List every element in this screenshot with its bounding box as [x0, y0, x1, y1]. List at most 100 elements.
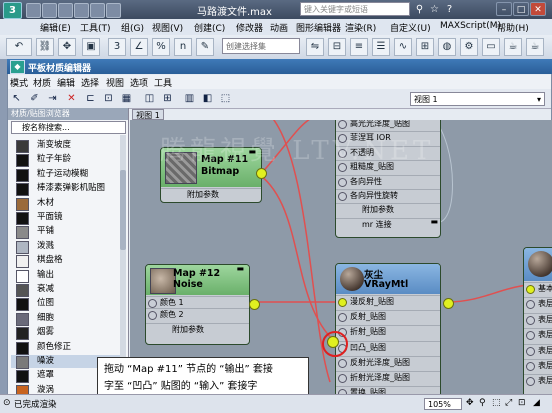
quick-access-save-icon[interactable] — [58, 3, 73, 18]
rendered-frame-window-icon[interactable]: ▭ — [482, 38, 500, 56]
vray-node-row[interactable]: 反射光泽度_贴图 — [336, 355, 440, 368]
input-socket[interactable] — [148, 311, 157, 320]
menu-graph-editors[interactable]: 图形编辑器 — [296, 21, 341, 34]
browser-item[interactable]: 位图 — [11, 297, 121, 312]
layer-manager-icon[interactable]: ≡ — [350, 38, 368, 56]
vray-node-row[interactable]: 反射_贴图 — [336, 310, 440, 323]
curve-editor-icon[interactable]: ∿ — [394, 38, 412, 56]
resize-grip-icon[interactable]: ◢ — [533, 398, 540, 408]
input-socket[interactable] — [338, 313, 347, 323]
hide-unused-slots-icon[interactable]: ⊡ — [101, 91, 116, 106]
upper-node-row[interactable]: 各向异性旋转 — [336, 189, 440, 201]
help-icon[interactable]: ? — [443, 3, 456, 16]
input-socket[interactable] — [338, 192, 347, 201]
edit-named-selection-icon[interactable]: ✎ — [196, 38, 214, 56]
browser-item[interactable]: 颜色修正 — [11, 341, 121, 355]
menu-edit[interactable]: 编辑(E) — [40, 21, 71, 34]
angle-snap-icon[interactable]: ∠ — [130, 38, 148, 56]
select-tool-icon[interactable]: ↖ — [9, 91, 24, 106]
parameter-editor-icon[interactable]: ◧ — [200, 91, 215, 106]
node-right-partial[interactable]: 基本 表层 表层 表层 表层 表层 表层 — [523, 247, 552, 394]
right-node-row[interactable]: 表层 — [524, 359, 552, 371]
right-node-row[interactable]: 表层 — [524, 328, 552, 341]
menu-tools[interactable]: 工具(T) — [80, 21, 111, 34]
app-logo-icon[interactable]: 3 — [3, 2, 22, 19]
select-object-icon[interactable]: ▣ — [82, 38, 100, 56]
input-socket[interactable] — [526, 362, 535, 371]
quick-access-undo-icon[interactable] — [74, 3, 89, 18]
view-tab[interactable]: 视图 1 — [132, 109, 164, 120]
menu-help[interactable]: 帮助(H) — [497, 21, 529, 34]
material-map-navigator-icon[interactable]: ▥ — [182, 91, 197, 106]
zoom-icon[interactable]: ⚲ — [479, 398, 486, 408]
vray-node-row[interactable]: 折射光泽度_贴图 — [336, 371, 440, 383]
browser-item[interactable]: 棋盘格 — [11, 254, 121, 269]
quick-access-project-icon[interactable] — [106, 3, 121, 18]
move-icon[interactable]: ✥ — [58, 38, 76, 56]
input-socket[interactable] — [526, 346, 535, 356]
right-node-row[interactable]: 基本 — [524, 282, 552, 294]
browser-item[interactable]: 木材 — [11, 197, 121, 211]
node-collapse-icon[interactable]: ▬ — [236, 264, 244, 273]
browser-item[interactable]: 细胞 — [11, 312, 121, 326]
node-map12-row-extra[interactable]: 附加参数 — [146, 323, 249, 335]
input-socket[interactable] — [338, 177, 347, 187]
star-icon[interactable]: ☆ — [428, 3, 441, 16]
render-setup-icon[interactable]: ⚙ — [460, 38, 478, 56]
quick-access-open-icon[interactable] — [42, 3, 57, 18]
menu-maxscript[interactable]: MAXScript(M) — [440, 21, 501, 31]
vray-node-row[interactable]: 漫反射_贴图 — [336, 295, 440, 307]
layers-icon[interactable]: ☰ — [372, 38, 390, 56]
named-selection-set-dropdown[interactable]: 创建选择集 — [222, 38, 300, 54]
upper-node-row[interactable]: 各向异性 — [336, 174, 440, 187]
node-collapse-icon[interactable]: ▬ — [430, 217, 438, 226]
browser-item[interactable]: 泼溅 — [11, 240, 121, 254]
right-node-row[interactable]: 表层 — [524, 312, 552, 325]
menu-modifiers[interactable]: 修改器 — [236, 21, 263, 34]
zoom-selected-icon[interactable]: ⊡ — [518, 398, 526, 408]
zoom-dropdown[interactable]: 105% — [424, 398, 462, 410]
select-by-material-icon[interactable]: ⬚ — [218, 91, 233, 106]
layout-all-icon[interactable]: ⊞ — [160, 91, 175, 106]
browser-item[interactable]: 烟雾 — [11, 326, 121, 341]
node-map12[interactable]: Map #12 Noise ▬ 颜色 1 颜色 2 附加参数 — [145, 264, 260, 345]
bump-input-socket[interactable] — [327, 336, 339, 348]
right-node-row[interactable]: 表层 — [524, 297, 552, 310]
node-map12-row-color2[interactable]: 颜色 2 — [146, 308, 249, 320]
view-selector-dropdown[interactable]: 视图 1 ▾ — [410, 92, 545, 106]
map11-output-socket[interactable] — [256, 168, 267, 179]
material-editor-icon[interactable]: ◍ — [438, 38, 456, 56]
pan-icon[interactable]: ✥ — [466, 398, 474, 408]
pick-material-icon[interactable]: ✐ — [27, 91, 42, 106]
browser-item[interactable]: 粒子年龄 — [11, 153, 121, 168]
menu-rendering[interactable]: 渲染(R) — [345, 21, 376, 34]
map12-output-socket[interactable] — [249, 299, 260, 310]
schematic-view-icon[interactable]: ⊞ — [416, 38, 434, 56]
link-icon[interactable]: ⛓ — [36, 38, 54, 56]
input-socket[interactable] — [148, 299, 157, 308]
quick-access-new-icon[interactable] — [26, 3, 41, 18]
zoom-region-icon[interactable]: ⬚ — [492, 398, 501, 408]
browser-item[interactable]: 棒漆素弹影机贴图 — [11, 182, 121, 197]
mirror-icon[interactable]: ⇋ — [306, 38, 324, 56]
show-map-icon[interactable]: ▦ — [119, 91, 134, 106]
sme-menu-edit[interactable]: 编辑 — [57, 76, 75, 89]
binoculars-icon[interactable]: ⚲ — [413, 3, 426, 16]
menu-animation[interactable]: 动画 — [270, 21, 288, 34]
menu-views[interactable]: 视图(V) — [152, 21, 183, 34]
browser-item[interactable]: 粒子运动模糊 — [11, 168, 121, 182]
menu-customize[interactable]: 自定义(U) — [390, 21, 431, 34]
vray-node-row[interactable]: 置换_贴图 — [336, 386, 440, 394]
sme-menu-select[interactable]: 选择 — [81, 76, 99, 89]
right-node-row[interactable]: 表层 — [524, 343, 552, 356]
browser-item[interactable]: 渐变坡度 — [11, 139, 121, 153]
menu-create[interactable]: 创建(C) — [194, 21, 225, 34]
browser-search-input[interactable]: 按名称搜索... — [11, 121, 126, 134]
node-vraymtl[interactable]: 灰尘 VRayMtl 漫反射_贴图 反射_贴图 折射_贴图 凹凸_贴图 反射光泽度_贴图… — [335, 263, 454, 394]
maximize-button[interactable]: □ — [513, 2, 529, 16]
upper-node-row[interactable]: 附加参数 — [336, 203, 440, 215]
delete-icon[interactable]: ✕ — [64, 91, 79, 106]
minimize-button[interactable]: – — [496, 2, 512, 16]
sme-menu-utilities[interactable]: 工具 — [154, 76, 172, 89]
render-production-icon[interactable]: ☕ — [504, 38, 522, 56]
